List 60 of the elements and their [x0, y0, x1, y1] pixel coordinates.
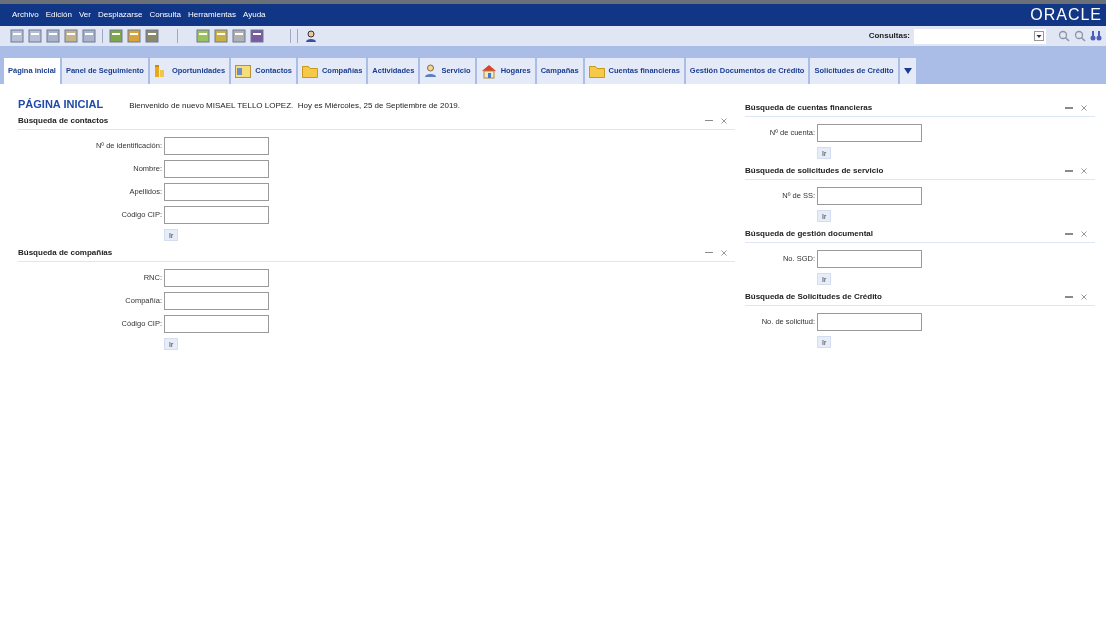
menu-item[interactable]: Edición — [45, 9, 72, 21]
close-icon[interactable] — [1081, 105, 1087, 111]
toolbar-document-icon[interactable] — [10, 29, 24, 43]
input-field[interactable] — [817, 250, 922, 268]
menu-item[interactable]: Archivo — [12, 9, 39, 21]
menu-item[interactable]: Herramientas — [188, 9, 236, 21]
close-icon[interactable] — [1081, 231, 1087, 237]
search-icon[interactable] — [1074, 30, 1086, 42]
input-field[interactable] — [817, 124, 922, 142]
toolbar-document-icon[interactable] — [82, 29, 96, 43]
input-field[interactable] — [164, 182, 269, 201]
section-title: Búsqueda de compañías — [18, 246, 113, 259]
input-field[interactable] — [164, 268, 269, 287]
minimize-icon[interactable] — [705, 251, 713, 254]
more-tabs-button[interactable] — [899, 58, 916, 84]
folder-icon — [588, 64, 605, 78]
toolbar-document-icon[interactable] — [127, 29, 141, 43]
card-icon — [235, 64, 252, 78]
section-title: Búsqueda de solicitudes de servicio — [745, 165, 884, 177]
toolbar-document-icon[interactable] — [214, 29, 228, 43]
input-field[interactable] — [817, 313, 922, 331]
close-icon[interactable] — [1081, 168, 1087, 174]
toolbar-document-icon[interactable] — [145, 29, 159, 43]
menu-item[interactable]: Desplazarse — [97, 9, 143, 21]
welcome-message: Bienvenido de nuevo MISAEL TELLO LOPEZ. Hoy es Miércoles, 25 de Septiembre de 2019. — [129, 100, 460, 112]
section-title: Búsqueda de cuentas financieras — [745, 102, 873, 114]
binoculars-icon[interactable] — [1090, 30, 1102, 42]
close-icon[interactable] — [1081, 294, 1087, 300]
logo: ORACLE — [1030, 5, 1102, 25]
toolbar-document-icon[interactable] — [232, 29, 246, 43]
menu-item[interactable]: Consulta — [149, 9, 181, 21]
section-title: Búsqueda de contactos — [18, 114, 109, 127]
input-field[interactable] — [164, 314, 269, 333]
close-icon[interactable] — [721, 249, 727, 256]
house-icon — [480, 63, 497, 79]
caret-icon — [903, 68, 912, 74]
folder-icon — [301, 64, 318, 78]
close-icon[interactable] — [721, 117, 727, 124]
page-title: PÁGINA INICIAL — [18, 97, 104, 112]
input-field[interactable] — [164, 136, 269, 155]
section-title: Búsqueda de Solicitudes de Crédito — [745, 291, 882, 303]
input-field[interactable] — [164, 291, 269, 310]
toolbar-document-icon[interactable] — [64, 29, 78, 43]
menu-item[interactable]: Ayuda — [243, 9, 266, 21]
queries-dropdown[interactable] — [914, 28, 1046, 44]
toolbar-document-icon[interactable] — [196, 29, 210, 43]
toolbar-document-icon[interactable] — [28, 29, 42, 43]
section-title: Búsqueda de gestión documental — [745, 228, 873, 240]
person-icon — [424, 64, 438, 78]
queries-label: Consultas: — [868, 30, 910, 42]
menu-item[interactable]: Ver — [78, 9, 91, 21]
minimize-icon[interactable] — [705, 119, 713, 122]
toolbar-document-icon[interactable] — [109, 29, 123, 43]
toolbar-document-icon[interactable] — [250, 29, 264, 43]
input-field[interactable] — [164, 205, 269, 224]
toolbar-document-icon[interactable] — [46, 29, 60, 43]
search-icon[interactable] — [1058, 30, 1070, 42]
user-icon[interactable] — [304, 29, 318, 43]
input-field[interactable] — [164, 159, 269, 178]
input-field[interactable] — [817, 187, 922, 205]
